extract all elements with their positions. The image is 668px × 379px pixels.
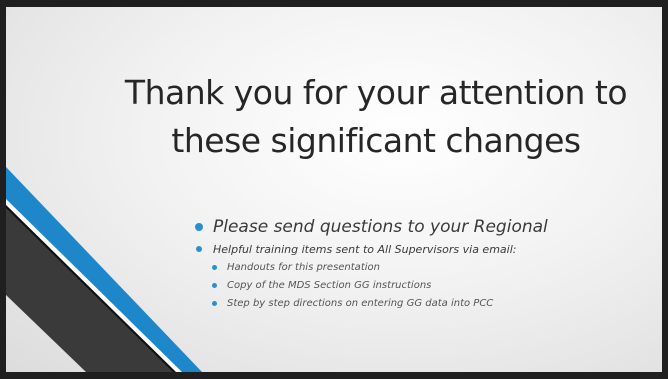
bullet-dot-icon [212,301,217,306]
bullet-dot-icon [195,223,203,231]
slide-title: Thank you for your attention to these si… [124,73,628,160]
bullet-dot-icon [196,246,202,252]
bullet-dot-icon [212,283,217,288]
sub-bullet-item: Copy of the MDS Section GG instructions [189,277,629,295]
bullet-list: Please send questions to your Regional H… [189,216,629,313]
decorative-stripes [6,167,202,372]
slide-canvas: Thank you for your attention to these si… [6,7,662,372]
sub-bullet-text: Handouts for this presentation [227,262,380,273]
bullet-item: Please send questions to your Regional [189,216,629,238]
bullet-text: Helpful training items sent to All Super… [213,243,517,256]
sub-bullet-item: Step by step directions on entering GG d… [189,295,629,313]
bullet-item: Helpful training items sent to All Super… [189,241,629,259]
sub-bullet-text: Copy of the MDS Section GG instructions [227,280,432,291]
sub-bullet-item: Handouts for this presentation [189,259,629,277]
slide-frame: Thank you for your attention to these si… [0,0,668,379]
bullet-dot-icon [212,265,217,270]
sub-bullet-text: Step by step directions on entering GG d… [227,298,494,309]
bullet-text: Please send questions to your Regional [213,217,548,237]
